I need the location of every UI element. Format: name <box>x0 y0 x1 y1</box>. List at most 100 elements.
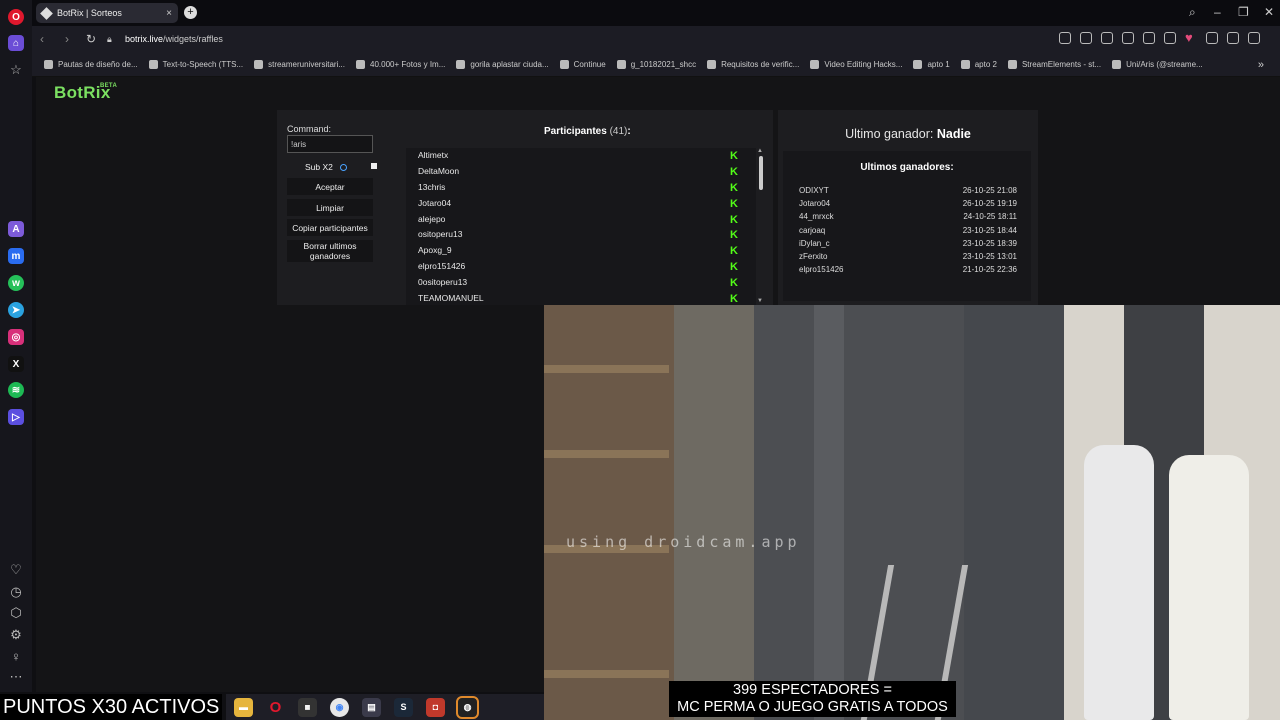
winner-row: zFerxito 23-10-25 13:01 <box>799 252 1017 261</box>
menu-icon[interactable] <box>1227 32 1239 44</box>
shelf-board <box>544 450 669 458</box>
opera-logo-icon[interactable]: O <box>8 9 24 25</box>
bookmark-item[interactable]: Requisitos de verific... <box>707 60 799 69</box>
scroll-down-icon[interactable]: ▼ <box>757 298 763 304</box>
winner-row: iDylan_c 23-10-25 18:39 <box>799 239 1017 248</box>
settings-gear-icon[interactable]: ⚙ <box>8 627 24 643</box>
camera-icon[interactable] <box>1101 32 1113 44</box>
close-window-icon[interactable]: ✕ <box>1264 5 1274 19</box>
copy-participants-button[interactable]: Copiar participantes <box>287 219 373 236</box>
tab-botrix[interactable]: BotRix | Sorteos × <box>36 3 178 23</box>
bookmark-item[interactable]: apto 2 <box>960 60 997 69</box>
scroll-up-icon[interactable]: ▲ <box>757 148 763 154</box>
shield-icon[interactable] <box>1122 32 1134 44</box>
new-tab-button[interactable]: + <box>184 6 197 19</box>
participant-row: Jotaro04 K <box>406 196 756 212</box>
winner-row: elpro151426 21-10-25 22:36 <box>799 265 1017 274</box>
bookmark-favicon-icon <box>1112 60 1122 69</box>
last-winner-label: Ultimo ganador: <box>845 127 934 141</box>
download-icon[interactable] <box>1206 32 1218 44</box>
participants-list[interactable]: Altimetx K DeltaMoon K 13chris K Jotaro04 Kalej… <box>406 148 756 305</box>
bookmarks-bar: Pautas de diseño de... Text-to-Speech (TT… <box>32 53 1280 77</box>
bookmark-item[interactable]: streameruniversitari... <box>254 60 345 69</box>
edit-icon[interactable] <box>1080 32 1092 44</box>
botrix-logo[interactable]: BotRix BETA <box>54 83 117 103</box>
bookmark-favicon-icon <box>960 60 970 69</box>
heart-icon[interactable]: ♡ <box>8 562 24 578</box>
extensions-icon[interactable]: ⬡ <box>8 605 24 621</box>
bookmark-item[interactable]: StreamElements - st... <box>1007 60 1101 69</box>
spotify-icon[interactable]: ≋ <box>8 382 24 398</box>
instagram-icon[interactable]: ◎ <box>8 329 24 345</box>
bookmark-item[interactable]: Continue <box>559 60 606 69</box>
file-explorer-icon[interactable]: ▬ <box>234 697 253 717</box>
bookmark-item[interactable]: Video Editing Hacks... <box>810 60 902 69</box>
screen: O ⌂ ☆ A m w ➤ ◎ X ≋ ▷ ♡ ◷ ⬡ ⚙ ♀ ⋯ BotRix… <box>0 0 1280 720</box>
maximize-icon[interactable]: ❐ <box>1238 5 1249 19</box>
clear-button[interactable]: Limpiar <box>287 199 373 216</box>
forward-icon[interactable]: › <box>65 32 69 46</box>
player-icon[interactable]: ▷ <box>8 409 24 425</box>
x-twitter-icon[interactable]: X <box>8 356 24 372</box>
close-tab-icon[interactable]: × <box>166 8 172 19</box>
obs-icon[interactable]: ◍ <box>456 695 479 719</box>
winner-name: ODIXYT <box>799 186 829 195</box>
home-icon[interactable]: ⌂ <box>8 35 24 51</box>
bookmarks-overflow-icon[interactable]: » <box>1258 59 1264 71</box>
vpn-icon[interactable] <box>1143 32 1155 44</box>
botrix-favicon-icon <box>40 6 53 20</box>
bookmark-item[interactable]: Pautas de diseño de... <box>44 60 138 69</box>
winner-date: 24-10-25 18:11 <box>963 212 1017 222</box>
participants-scrollbar[interactable]: ▲ ▼ <box>757 148 765 305</box>
bookmark-item[interactable]: Uni/Aris (@streame... <box>1112 60 1203 69</box>
bookmark-label: Pautas de diseño de... <box>58 60 138 69</box>
minimize-icon[interactable]: – <box>1214 5 1221 19</box>
opera-taskbar-icon[interactable]: O <box>266 698 285 717</box>
whatsapp-icon[interactable]: w <box>8 275 24 291</box>
sub-x2-checkbox[interactable] <box>371 163 377 169</box>
messenger-icon[interactable]: m <box>8 248 24 264</box>
game-launcher-icon[interactable]: ◘ <box>426 697 445 717</box>
profile-icon[interactable] <box>1248 32 1260 44</box>
info-icon[interactable] <box>340 164 347 171</box>
delete-winners-button[interactable]: Borrar ultimos ganadores <box>287 240 373 262</box>
play-icon[interactable] <box>1164 32 1176 44</box>
app-taskbar-icon[interactable]: ▦ <box>298 697 317 717</box>
bookmark-favicon-icon <box>913 60 923 69</box>
tips-bulb-icon[interactable]: ♀ <box>8 648 24 664</box>
bookmark-item[interactable]: g_10182021_shcc <box>616 60 696 69</box>
bookmark-favicon-icon <box>1007 60 1017 69</box>
participants-title-text: Participantes <box>544 126 607 137</box>
bookmark-item[interactable]: apto 1 <box>913 60 950 69</box>
accept-button[interactable]: Aceptar <box>287 178 373 195</box>
my-flow-heart-icon[interactable]: ♥ <box>1185 31 1197 44</box>
winners-panel: Ultimo ganador: Nadie Ultimos ganadores:… <box>778 110 1038 305</box>
history-icon[interactable]: ◷ <box>8 584 24 600</box>
telegram-icon[interactable]: ➤ <box>8 302 24 318</box>
winner-date: 23-10-25 18:39 <box>962 238 1017 248</box>
steam-icon[interactable]: S <box>394 697 413 717</box>
bookmark-item[interactable]: Text-to-Speech (TTS... <box>148 60 243 69</box>
aria-icon[interactable]: A <box>8 221 24 237</box>
cam-panel-2 <box>964 305 1064 720</box>
scroll-thumb[interactable] <box>759 156 763 190</box>
calculator-icon[interactable]: ▤ <box>362 697 381 717</box>
participants-suffix: : <box>627 126 631 137</box>
bookmark-star-icon[interactable]: ☆ <box>8 62 24 78</box>
bookmark-label: 40.000+ Fotos y Im... <box>370 60 446 69</box>
bookmark-item[interactable]: gorila aplastar ciuda... <box>456 60 549 69</box>
reload-icon[interactable]: ↻ <box>86 32 96 46</box>
kick-icon: K <box>730 261 738 274</box>
participant-row: Apoxg_9 K <box>406 243 756 259</box>
search-tabs-icon[interactable]: ⌕ <box>1189 5 1196 20</box>
bookmark-label: apto 2 <box>974 60 997 69</box>
chrome-icon[interactable]: ◉ <box>330 697 349 717</box>
url-field[interactable]: botrix.live/widgets/raffles <box>125 34 223 44</box>
more-dots-icon[interactable]: ⋯ <box>8 669 24 685</box>
back-icon[interactable]: ‹ <box>40 32 44 46</box>
winner-name: elpro151426 <box>799 265 844 275</box>
bookmark-item[interactable]: 40.000+ Fotos y Im... <box>356 60 445 69</box>
search-icon[interactable] <box>1059 32 1071 44</box>
bookmark-favicon-icon <box>254 60 264 69</box>
command-input[interactable] <box>287 135 373 153</box>
